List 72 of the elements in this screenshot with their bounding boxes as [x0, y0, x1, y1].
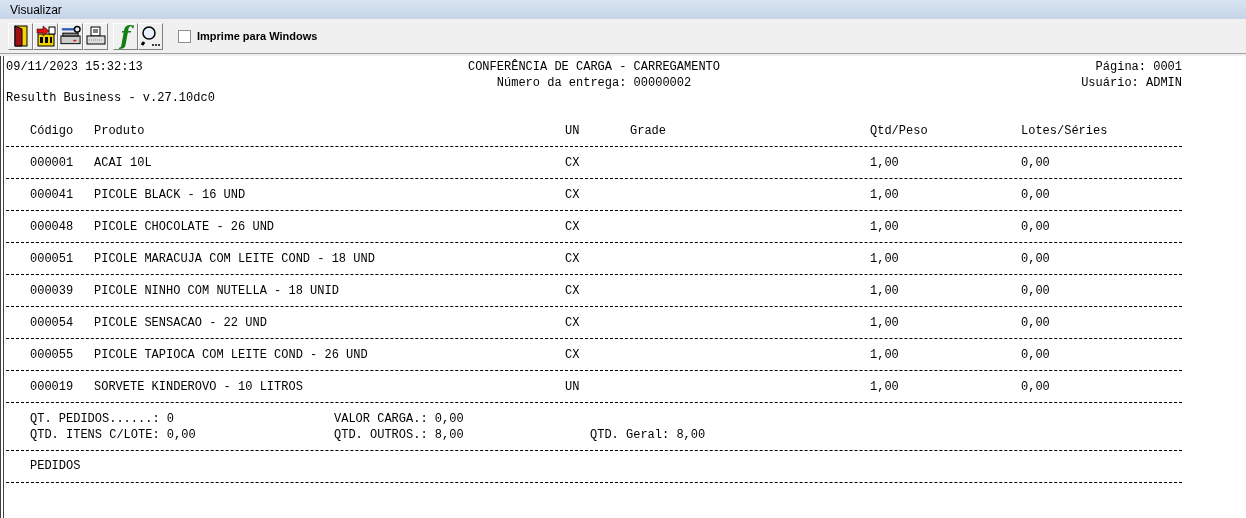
toolbar-button[interactable]	[138, 22, 163, 50]
table-cell-text: PICOLE CHOCOLATE - 26 UND	[94, 219, 276, 236]
column-header: Qtd/Peso	[870, 123, 929, 140]
table-cell-text: UN	[565, 379, 581, 396]
table-cell-text: CX	[565, 155, 581, 172]
total-field: VALOR CARGA.: 0,00	[334, 410, 590, 428]
column-header: Produto	[94, 123, 146, 140]
total-field: QT. PEDIDOS......: 0	[30, 410, 334, 428]
table-cell-text: 1,00	[870, 283, 900, 300]
total-field: QTD. Geral: 8,00	[590, 426, 1182, 444]
table-cell-text: PICOLE NINHO COM NUTELLA - 18 UNID	[94, 283, 340, 300]
table-cell-text: PICOLE TAPIOCA COM LEITE COND - 26 UND	[94, 347, 369, 364]
report-title: CONFERÊNCIA DE CARGA - CARREGAMENTO	[467, 58, 720, 76]
table-cell-text: 1,00	[870, 219, 900, 236]
total-field: QTD. OUTROS.: 8,00	[334, 426, 590, 444]
table-cell-text: 000055	[30, 347, 75, 364]
table-cell-text: 000041	[30, 187, 75, 204]
table-cell-text: 1,00	[870, 315, 900, 332]
table-cell-text: CX	[565, 219, 581, 236]
toolbar-button[interactable]	[83, 22, 108, 50]
table-cell-text: 1,00	[870, 379, 900, 396]
table-cell-text: 0,00	[1021, 187, 1051, 204]
table-cell-text: CX	[565, 315, 581, 332]
table-cell-text: 0,00	[1021, 347, 1051, 364]
table-cell-text: PICOLE SENSACAO - 22 UND	[94, 315, 268, 332]
table-cell-text: 1,00	[870, 251, 900, 268]
checkbox[interactable]	[178, 29, 191, 43]
window-title: Visualizar	[10, 1, 62, 19]
table-cell-text: CX	[565, 347, 581, 364]
column-header: Grade	[630, 123, 667, 140]
toolbar-button[interactable]	[33, 22, 58, 50]
column-header: Lotes/Séries	[1021, 123, 1109, 140]
toolbar-button[interactable]	[8, 22, 33, 50]
printer-wrench-icon	[59, 25, 82, 47]
table-cell-text: PICOLE MARACUJA COM LEITE COND - 18 UND	[94, 251, 376, 268]
table-cell-text: 0,00	[1021, 251, 1051, 268]
table-cell-text: 000048	[30, 219, 75, 236]
table-cell-text: 1,00	[870, 347, 900, 364]
table-cell-text: CX	[565, 187, 581, 204]
table-cell-text: ACAI 10L	[94, 155, 153, 172]
toolbar-button[interactable]	[58, 22, 83, 50]
toolbar-button[interactable]: f	[113, 22, 138, 50]
document-arrow-icon	[34, 25, 57, 47]
report-datetime: 09/11/2023 15:32:13	[6, 59, 144, 76]
table-cell-text: CX	[565, 283, 581, 300]
door-icon	[11, 25, 30, 47]
table-cell-text: 0,00	[1021, 283, 1051, 300]
table-cell-text: SORVETE KINDEROVO - 10 LITROS	[94, 379, 304, 396]
report-user: Usuário: ADMIN	[1080, 75, 1182, 92]
column-header: UN	[565, 123, 581, 140]
delivery-number: Número da entrega: 00000002	[496, 75, 692, 92]
printer-icon	[84, 25, 107, 47]
table-cell-text: 0,00	[1021, 315, 1051, 332]
table-cell-text: 000019	[30, 379, 75, 396]
table-cell-text: 000054	[30, 315, 75, 332]
table-cell-text: CX	[565, 251, 581, 268]
table-cell-text: 000039	[30, 283, 75, 300]
table-cell-text: PICOLE BLACK - 16 UND	[94, 187, 247, 204]
table-cell-text: 1,00	[870, 187, 900, 204]
table-cell-text: 1,00	[870, 155, 900, 172]
page-number: Página: 0001	[1094, 59, 1182, 76]
table-cell-text: 0,00	[1021, 379, 1051, 396]
table-cell-text: 0,00	[1021, 219, 1051, 236]
table-cell-text: 000051	[30, 251, 75, 268]
search-icon	[139, 25, 162, 47]
system-version: Resulth Business - v.27.10dc0	[6, 90, 215, 107]
table-cell-text: 0,00	[1021, 155, 1051, 172]
table-cell-text: 000001	[30, 155, 75, 172]
checkbox-label: Imprime para Windows	[197, 28, 318, 44]
total-field: QTD. ITENS C/LOTE: 0,00	[30, 426, 334, 444]
column-header: Código	[30, 123, 75, 140]
section-title: PEDIDOS	[30, 458, 81, 475]
